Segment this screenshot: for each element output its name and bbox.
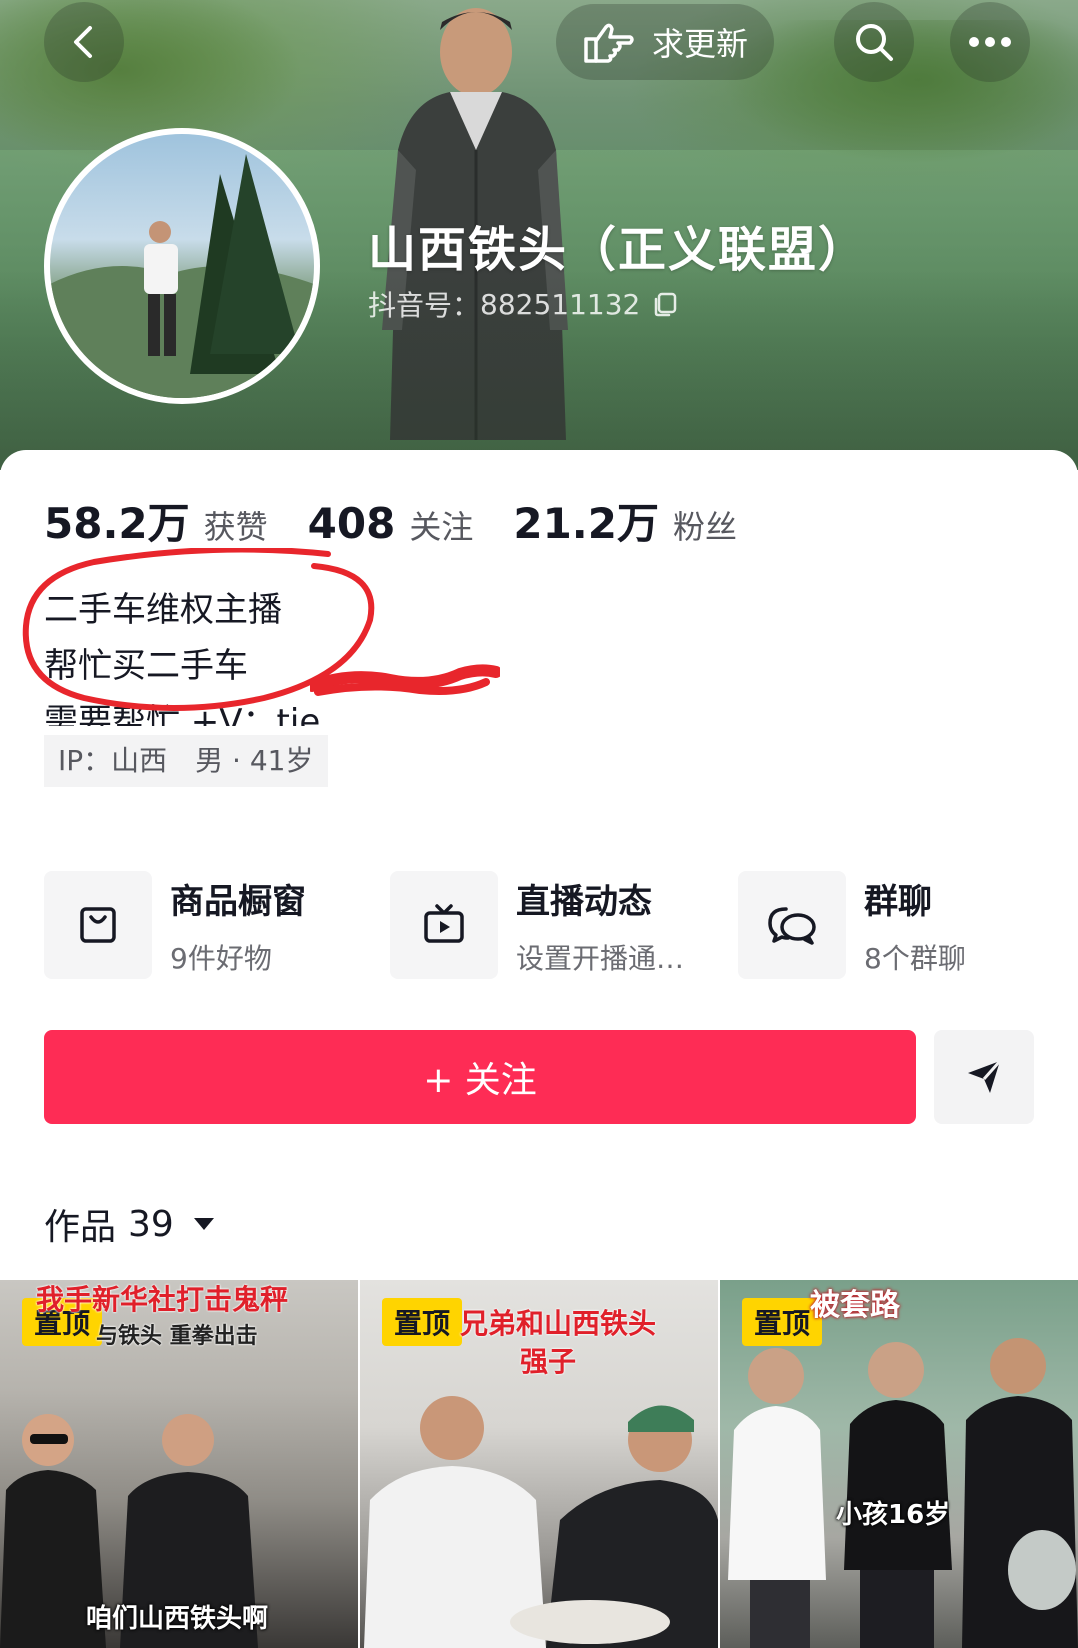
entry-shop-window-title: 商品橱窗 xyxy=(170,881,306,922)
video-1-subheadline: 与铁头 重拳出击 xyxy=(96,1324,258,1349)
entry-shop-window-subtitle: 9件好物 xyxy=(170,941,272,975)
request-update-label: 求更新 xyxy=(652,25,749,63)
annotation-scribble xyxy=(310,664,500,696)
video-2-subheadline: 强子 xyxy=(520,1345,577,1378)
video-3-caption: 小孩16岁 xyxy=(836,1500,951,1530)
video-3-people-image xyxy=(728,1338,1078,1648)
profile-tags: IP：山西 男 · 41岁 xyxy=(44,735,328,787)
stat-likes-value: 58.2万 xyxy=(44,499,190,548)
annotation-circle xyxy=(22,548,375,711)
video-1-caption: 咱们山西铁头啊 xyxy=(86,1604,269,1634)
stat-following[interactable]: 408 关注 xyxy=(308,499,474,548)
gender-age-tag: 男 · 41岁 xyxy=(181,735,328,787)
entry-group-chat-title: 群聊 xyxy=(864,881,932,922)
douyin-id: 抖音号： 882511132 xyxy=(368,284,678,324)
video-2-headline: 兄弟和山西铁头 xyxy=(460,1307,657,1340)
works-tab-label: 作品 xyxy=(44,1207,117,1248)
video-1-headline: 我手新华社打击鬼秤 xyxy=(36,1283,289,1316)
works-count: 39 xyxy=(128,1203,174,1245)
entry-shop-window-icon-box xyxy=(44,871,152,979)
entry-live-updates-title: 直播动态 xyxy=(516,881,652,922)
search-icon xyxy=(856,24,893,61)
video-grid: 置顶 我手新华社打击鬼秤 与铁头 重拳出击 咱们山西铁头啊 置顶 兄弟和山西铁头… xyxy=(0,1280,1078,1648)
profile-entries: 商品橱窗 9件好物 直播动态 设置开播通… 群聊 8个群聊 xyxy=(44,870,1078,980)
search-button[interactable] xyxy=(834,2,914,82)
avatar-photo xyxy=(50,154,314,398)
douyin-id-value: 882511132 xyxy=(480,287,641,321)
shopping-bag-icon xyxy=(80,907,116,943)
entry-group-chat-subtitle: 8个群聊 xyxy=(864,941,966,975)
chat-bubbles-icon xyxy=(768,907,816,945)
entry-live-updates-icon-box xyxy=(390,871,498,979)
more-dots-icon xyxy=(969,37,1011,47)
back-button[interactable] xyxy=(44,2,124,82)
caret-down-icon xyxy=(193,1218,214,1230)
copy-icon[interactable] xyxy=(652,291,678,317)
stat-followers-label: 粉丝 xyxy=(672,508,737,546)
pinned-badge: 置顶 xyxy=(382,1298,463,1346)
douyin-id-label: 抖音号： xyxy=(368,289,481,322)
request-update-button[interactable]: 求更新 xyxy=(556,4,774,80)
video-3-headline: 被套路 xyxy=(810,1288,900,1323)
stats-row: 58.2万 获赞 408 关注 21.2万 粉丝 xyxy=(44,490,777,551)
entry-group-chat[interactable]: 群聊 8个群聊 xyxy=(738,870,966,980)
ip-location-tag: IP：山西 xyxy=(44,735,182,787)
top-bar: 求更新 xyxy=(0,0,1078,90)
entry-shop-window[interactable]: 商品橱窗 9件好物 xyxy=(44,870,306,980)
stat-likes[interactable]: 58.2万 获赞 xyxy=(44,490,268,551)
pointing-hand-icon xyxy=(584,23,634,63)
tv-icon xyxy=(424,904,464,943)
stat-likes-label: 获赞 xyxy=(203,508,268,546)
chevron-left-icon xyxy=(74,26,92,58)
stat-following-label: 关注 xyxy=(409,508,474,546)
video-thumbnail[interactable]: 置顶 兄弟和山西铁头 强子 xyxy=(360,1280,718,1648)
follow-button[interactable]: + 关注 xyxy=(44,1030,916,1124)
profile-name: 山西铁头（正义联盟） xyxy=(368,222,869,278)
profile-avatar[interactable] xyxy=(44,128,320,404)
stat-followers[interactable]: 21.2万 粉丝 xyxy=(513,490,737,551)
video-thumbnail[interactable]: 置顶 被套路 小孩16岁 xyxy=(720,1280,1078,1648)
send-arrow-icon xyxy=(968,1060,1002,1093)
entry-live-updates[interactable]: 直播动态 设置开播通… xyxy=(390,870,684,980)
entry-live-updates-subtitle: 设置开播通… xyxy=(516,941,685,975)
video-thumbnail[interactable]: 置顶 我手新华社打击鬼秤 与铁头 重拳出击 咱们山西铁头啊 xyxy=(0,1280,358,1648)
entry-group-chat-icon-box xyxy=(738,871,846,979)
video-2-people-image xyxy=(364,1396,718,1648)
stat-followers-value: 21.2万 xyxy=(513,499,659,548)
works-tab[interactable]: 作品 39 xyxy=(44,1198,216,1250)
stat-following-value: 408 xyxy=(307,499,396,548)
share-button[interactable] xyxy=(934,1030,1034,1124)
more-options-button[interactable] xyxy=(950,2,1030,82)
